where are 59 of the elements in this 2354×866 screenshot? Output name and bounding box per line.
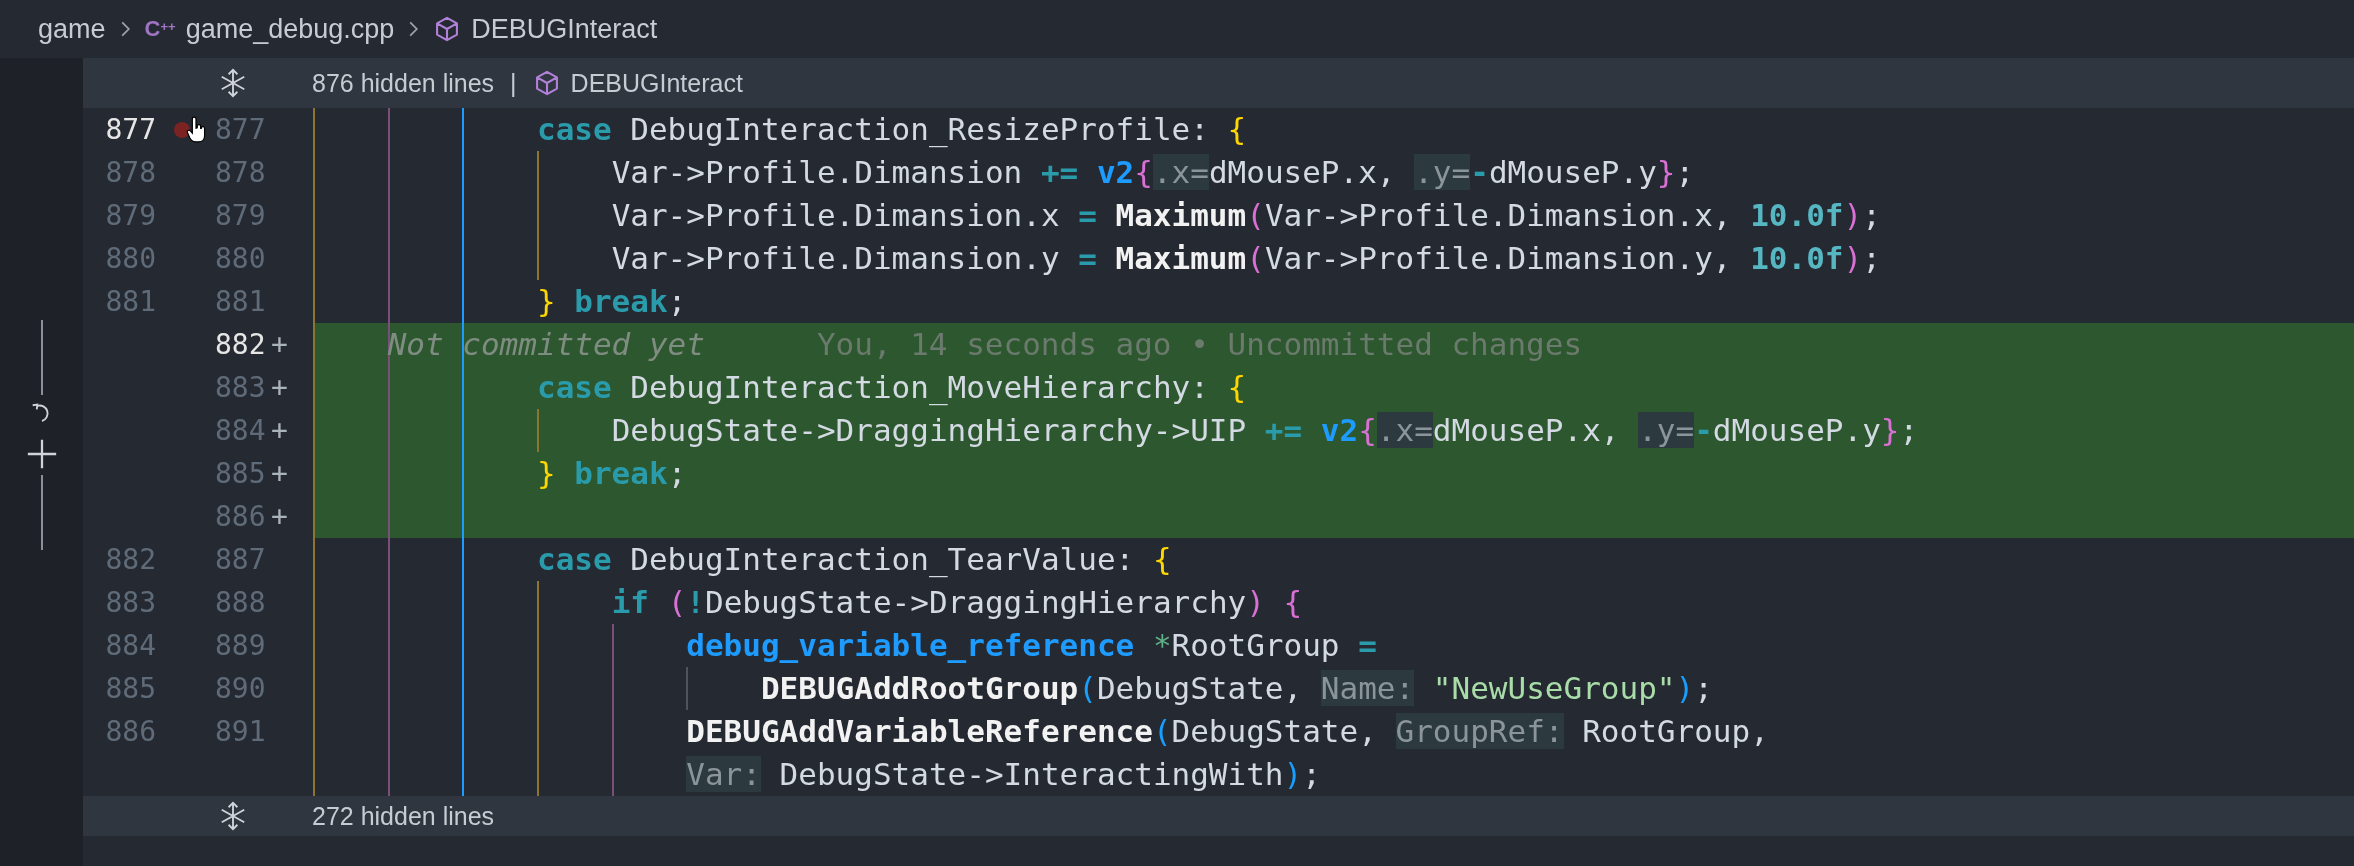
code-line: DebugState->DraggingHierarchy->UIP += v2{.x=dMouseP.x, .y=-dMouseP.y}; [610, 412, 1919, 448]
line-number: 885 [215, 456, 267, 492]
separator: | [510, 68, 517, 98]
symbol-link[interactable]: DEBUGInteract [532, 68, 743, 98]
hidden-lines-label[interactable]: 272 hidden lines [312, 801, 495, 831]
code-line: Var: DebugState->InteractingWith); [685, 756, 1321, 792]
line-number: 886 [104, 714, 156, 750]
code-line: case DebugInteraction_TearValue: { [535, 541, 1172, 577]
line-number: 884 [215, 413, 267, 449]
code-line: } break; [535, 283, 687, 319]
breadcrumb-item[interactable]: C$^{++}$ game_debug.cpp [144, 13, 395, 45]
code-line: Var->Profile.Dimansion += v2{.x=dMouseP.x, .y=-dMouseP.y}; [610, 154, 1695, 190]
code-line: DEBUGAddRootGroup(DebugState, Name: "NewUseGroup"); [759, 670, 1713, 706]
code-line: Var->Profile.Dimansion.y = Maximum(Var->Profile.Dimansion.y, 10.0f); [610, 240, 1881, 276]
chevron-right-icon [408, 20, 420, 38]
line-number: 879 [215, 198, 267, 234]
line-number: 883 [215, 370, 267, 406]
line-number: 878 [215, 155, 267, 191]
unfold-icon[interactable] [218, 68, 248, 98]
breadcrumb-item[interactable]: game [38, 13, 106, 45]
line-number: 880 [215, 241, 267, 277]
code-line: Var->Profile.Dimansion.x = Maximum(Var->Profile.Dimansion.x, 10.0f); [610, 197, 1881, 233]
code-line: DEBUGAddVariableReference(DebugState, GroupRef: RootGroup, [685, 713, 1769, 749]
code-line: debug_variable_reference *RootGroup = [685, 627, 1377, 663]
code-line: } break; [535, 455, 687, 491]
line-number: 888 [215, 585, 267, 621]
added-line-marker: + [271, 456, 289, 492]
line-number: 886 [215, 499, 267, 535]
line-number: 891 [215, 714, 267, 750]
chevron-right-icon [119, 20, 131, 38]
hand-cursor-icon [186, 116, 206, 143]
added-line-marker: + [271, 499, 289, 535]
code-line: case DebugInteraction_MoveHierarchy: { [535, 369, 1247, 405]
line-number: 889 [215, 628, 267, 664]
blame-detail: You, 14 seconds ago • Uncommitted changes [816, 326, 1583, 362]
added-line-marker: + [271, 370, 289, 406]
line-number: 884 [104, 628, 156, 664]
unfold-icon[interactable] [218, 801, 248, 831]
line-number: 883 [104, 585, 156, 621]
file-type-glyph: C$^{++}$ [144, 18, 176, 40]
line-number: 881 [215, 284, 267, 320]
line-number: 878 [104, 155, 156, 191]
line-number: 880 [104, 241, 156, 277]
breadcrumb-item[interactable]: DEBUGInteract [433, 13, 658, 45]
line-number: 877 [215, 112, 267, 148]
added-line-marker: + [271, 413, 289, 449]
line-number: 882 [104, 542, 156, 578]
added-line-marker: + [271, 327, 289, 363]
line-number: 879 [104, 198, 156, 234]
line-number: 877 [104, 112, 156, 148]
code-line: case DebugInteraction_ResizeProfile: { [535, 111, 1247, 147]
hidden-lines-label[interactable]: 876 hidden lines [312, 68, 495, 98]
breakpoint-hint-dot[interactable] [174, 122, 190, 138]
line-number: 881 [104, 284, 156, 320]
line-number: 882 [215, 327, 267, 363]
code-line: if (!DebugState->DraggingHierarchy) { [610, 584, 1303, 620]
line-number: 885 [104, 671, 156, 707]
line-number: 887 [215, 542, 267, 578]
line-number: 890 [215, 671, 267, 707]
